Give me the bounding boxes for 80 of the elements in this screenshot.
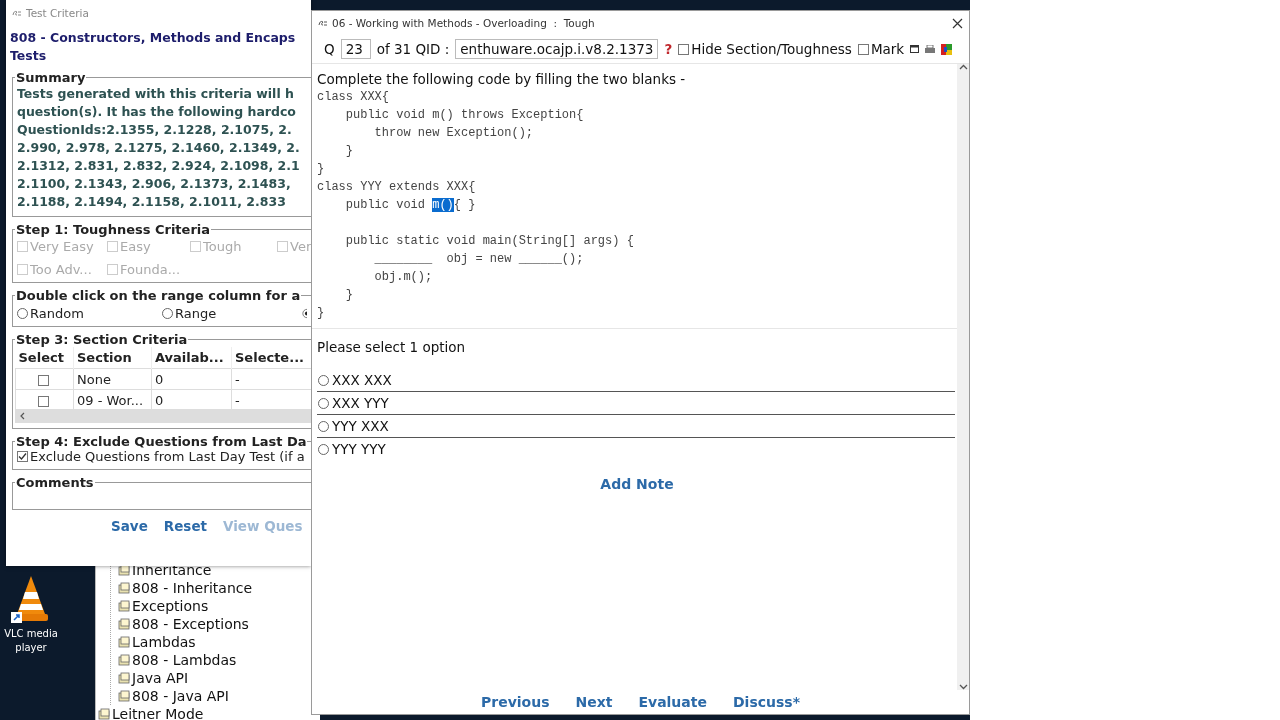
tree-item[interactable]: Inheritance [132, 562, 212, 578]
icon-label[interactable]: VLC media player [4, 627, 58, 655]
option-label[interactable]: YYY XXX [332, 418, 389, 434]
instruction-text: Please select 1 option [317, 339, 467, 355]
option-label[interactable]: YYY YYY [332, 441, 386, 457]
question-text: Complete the following code by filling the two blanks - [317, 70, 687, 88]
tree-item[interactable]: Exceptions [132, 598, 209, 614]
printer-icon[interactable] [925, 45, 936, 53]
column-header[interactable]: Select [15, 347, 74, 369]
checkbox[interactable] [678, 43, 690, 55]
action-link[interactable]: Reset [163, 518, 207, 534]
checkbox-label: Too Adv... [30, 262, 92, 277]
folder-icon [118, 600, 130, 612]
app-icon [318, 19, 328, 27]
table-cell: None [73, 368, 152, 390]
add-note-link[interactable]: Add Note [600, 476, 674, 492]
action-link[interactable]: Save [111, 518, 148, 534]
tree-item[interactable]: 808 - Lambdas [132, 652, 237, 668]
radio-label: Range [175, 306, 217, 321]
section-legend: Step 1: Toughness Criteria [15, 222, 212, 237]
window-title: Test Criteria [26, 6, 89, 19]
criteria-heading: 808 - Constructors, Methods and Encaps Tests [9, 29, 297, 65]
horizontal-scrollbar[interactable] [15, 409, 311, 423]
scroll-up-icon[interactable] [958, 64, 968, 70]
tree-item[interactable]: Leitner Mode [112, 706, 204, 720]
checkbox-label: Very Easy [30, 239, 94, 254]
tree-item[interactable]: 808 - Exceptions [132, 616, 249, 632]
folder-icon [98, 708, 110, 720]
nav-link[interactable]: Evaluate [638, 694, 707, 710]
folder-icon [118, 654, 130, 666]
code-block: class XXX{ public void m() throws Exception{ throw new Exception(); } } class YYY extends XXX{ public void m(){ } public static void main(String[] args) { ________ obj = new ______(); obj.m(); } } [317, 88, 957, 322]
app-icon [12, 8, 22, 17]
close-icon[interactable] [952, 17, 963, 29]
folder-icon [118, 636, 130, 648]
help-link[interactable]: ? [664, 41, 673, 57]
column-header[interactable]: Availab... [151, 347, 232, 369]
section-legend: Step 4: Exclude Questions from Last Da [15, 434, 308, 449]
tree-item[interactable]: Java API [132, 670, 189, 686]
folder-icon [118, 618, 130, 630]
checkbox-label: Tough [203, 239, 242, 254]
section-legend: Double click on the range column for a [15, 288, 302, 303]
question-label: Q [324, 41, 335, 57]
tree-item[interactable]: Lambdas [132, 634, 196, 650]
radio-label: Random [30, 306, 84, 321]
option-label[interactable]: XXX XXX [332, 372, 392, 388]
checkbox[interactable] [857, 43, 869, 55]
checkbox-label: Exclude Questions from Last Day Test (if a [30, 449, 305, 464]
checkbox[interactable] [38, 395, 49, 407]
checkbox-label: Hide Section/Toughness [691, 41, 852, 57]
traffic-cone-icon [11, 574, 51, 624]
nav-link[interactable]: Discuss* [733, 694, 800, 710]
checkbox-label: Ver [290, 239, 311, 254]
vertical-scrollbar[interactable] [957, 64, 969, 690]
section-legend: Comments [15, 475, 95, 490]
checkbox-label: Easy [120, 239, 151, 254]
tree-item[interactable]: 808 - Java API [132, 688, 229, 704]
checkbox[interactable] [17, 451, 28, 462]
folder-icon [118, 672, 130, 684]
checkbox[interactable] [38, 374, 49, 386]
color-grid-icon[interactable] [941, 43, 953, 55]
nav-link[interactable]: Previous [481, 694, 550, 710]
section-legend: Step 3: Section Criteria [15, 332, 189, 347]
question-number-field[interactable]: 23 [340, 39, 371, 59]
scroll-down-icon[interactable] [958, 684, 968, 690]
column-header[interactable]: Section [73, 347, 152, 369]
section-legend: Summary [15, 70, 87, 85]
nav-link[interactable]: Next [575, 694, 613, 710]
checkbox-label: Founda... [120, 262, 181, 277]
summary-text: Tests generated with this criteria will h question(s). It has the following hardco QuestionIds:2.1355, 2.1228, 2.1075, 2. 2.990, 2.978, 2.1275, 2.1460, 2.1349, 2. 2.1312, 2.831, 2.832, 2.924, 2.1098, 2.1 2.1100, 2.1343, 2.906, 2.1373, 2.1483, 2.1188, 2.1494, 2.1158, 2.1011, 2.833 [17, 85, 301, 211]
qid-field[interactable]: enthuware.ocajp.i.v8.2.1373 [455, 39, 659, 59]
window-icon[interactable] [910, 45, 920, 53]
option-label[interactable]: XXX YYY [332, 395, 389, 411]
folder-icon [118, 582, 130, 594]
radio-button[interactable] [302, 308, 307, 319]
question-count-label: of 31 QID : [376, 41, 450, 57]
window-title: 06 - Working with Methods - Overloading : Tough [332, 17, 596, 29]
table-cell: 0 [151, 368, 232, 390]
folder-icon [118, 690, 130, 702]
checkbox-label: Mark [870, 41, 905, 57]
tree-item[interactable]: 808 - Inheritance [132, 580, 253, 596]
